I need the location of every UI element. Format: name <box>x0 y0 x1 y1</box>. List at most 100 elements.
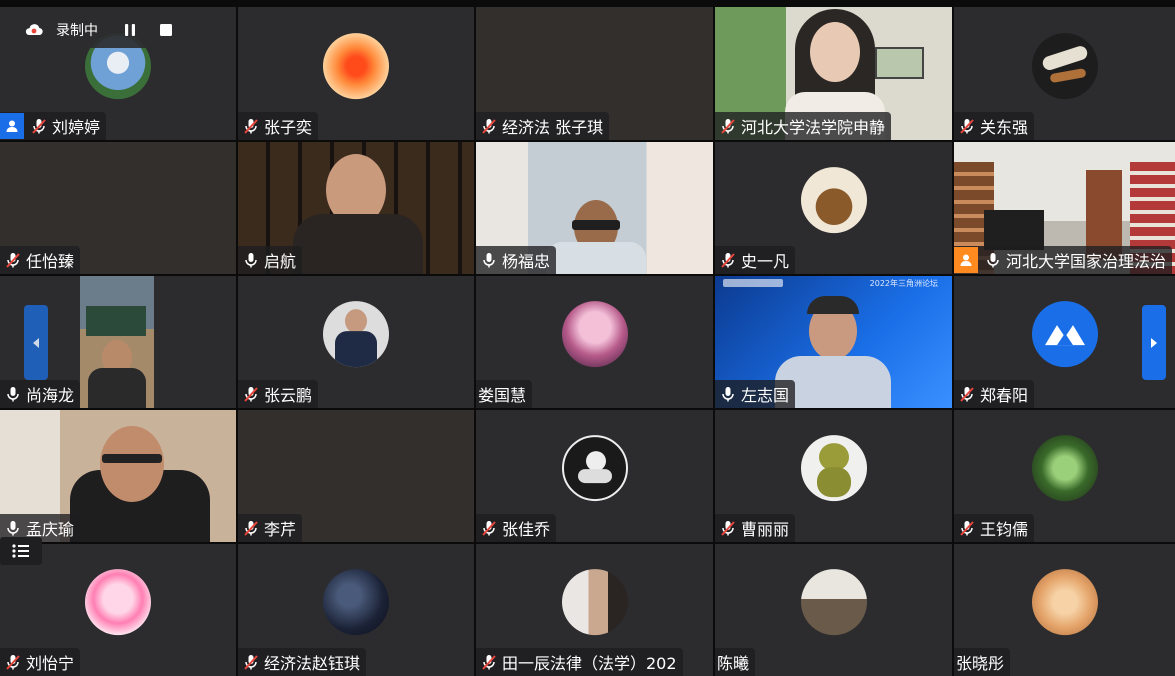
participant-tile[interactable]: 经济法赵钰琪 <box>238 544 474 676</box>
participant-name: 李芹 <box>264 520 297 539</box>
nameplate: 娄国慧 <box>476 380 533 408</box>
participant-name: 左志国 <box>741 386 790 405</box>
participant-name: 张晓彤 <box>956 654 1005 673</box>
mic-on-icon <box>4 519 22 537</box>
participant-tile[interactable]: 经济法 张子琪 <box>476 7 713 140</box>
participant-tile[interactable]: 娄国慧 <box>476 276 713 408</box>
mic-muted-icon <box>242 117 260 135</box>
participant-name: 刘怡宁 <box>26 654 75 673</box>
mic-muted-icon <box>242 519 260 537</box>
participant-tile[interactable]: 张云鹏 <box>238 276 474 408</box>
avatar <box>561 301 628 368</box>
participant-name: 郑春阳 <box>980 386 1029 405</box>
mic-muted-icon <box>958 519 976 537</box>
mic-muted-icon <box>480 519 498 537</box>
participant-name: 刘婷婷 <box>52 118 101 137</box>
mic-on-icon <box>480 251 498 269</box>
participant-tile[interactable]: 王钧儒 <box>954 410 1175 542</box>
nameplate: 张佳乔 <box>476 514 557 542</box>
participant-tile[interactable]: 李芹 <box>238 410 474 542</box>
participant-tile[interactable]: 陈曦 <box>715 544 952 676</box>
mic-muted-icon <box>958 385 976 403</box>
recording-bar: 录制中 <box>14 11 190 48</box>
participant-tile[interactable]: 孟庆瑜 <box>0 410 236 542</box>
nameplate: 刘婷婷 <box>0 112 107 140</box>
nameplate: 张晓彤 <box>954 648 1011 676</box>
previous-page-button[interactable] <box>24 305 48 380</box>
nameplate: 启航 <box>238 246 303 274</box>
participant-name: 田一辰法律（法学）202 <box>502 654 677 673</box>
participant-tile[interactable]: 2022年三角洲论坛 左志国 <box>715 276 952 408</box>
nameplate: 李芹 <box>238 514 303 542</box>
participant-grid: 刘婷婷 张子奕 经济法 张子琪 河北大学法学院申静 关东强 任怡臻 启航 杨福忠… <box>0 7 1175 676</box>
avatar <box>323 301 389 368</box>
participant-tile[interactable]: 张晓彤 <box>954 544 1175 676</box>
nameplate: 张子奕 <box>238 112 319 140</box>
participant-tile[interactable]: 杨福忠 <box>476 142 713 274</box>
participant-name: 启航 <box>264 252 297 271</box>
mic-muted-icon <box>4 653 22 671</box>
participant-tile[interactable]: 关东强 <box>954 7 1175 140</box>
avatar <box>561 435 628 502</box>
avatar <box>800 167 867 234</box>
nameplate: 王钧儒 <box>954 514 1035 542</box>
nameplate: 杨福忠 <box>476 246 557 274</box>
participant-name: 曹丽丽 <box>741 520 790 539</box>
nameplate: 河北大学国家治理法治 <box>954 246 1173 274</box>
mic-muted-icon <box>30 117 48 135</box>
list-icon <box>12 544 29 558</box>
participant-name: 陈曦 <box>717 654 750 673</box>
participant-name: 王钧儒 <box>980 520 1029 539</box>
mic-on-icon <box>719 385 737 403</box>
nameplate: 陈曦 <box>715 648 756 676</box>
participant-tile[interactable]: 启航 <box>238 142 474 274</box>
participant-tile[interactable]: 任怡臻 <box>0 142 236 274</box>
participant-tile[interactable]: 河北大学法学院申静 <box>715 7 952 140</box>
participant-name: 尚海龙 <box>26 386 75 405</box>
nameplate: 尚海龙 <box>0 380 81 408</box>
participant-name: 经济法 张子琪 <box>502 118 604 137</box>
participant-tile[interactable]: 河北大学国家治理法治 <box>954 142 1175 274</box>
nameplate: 河北大学法学院申静 <box>715 112 892 140</box>
participant-name: 张云鹏 <box>264 386 313 405</box>
pause-recording-button[interactable] <box>112 11 148 48</box>
mic-on-icon <box>242 251 260 269</box>
next-page-button[interactable] <box>1142 305 1166 380</box>
participant-name: 河北大学国家治理法治 <box>1006 252 1167 271</box>
nameplate: 田一辰法律（法学）202 <box>476 648 683 676</box>
nameplate: 曹丽丽 <box>715 514 796 542</box>
participant-list-button[interactable] <box>0 537 42 565</box>
participant-tile[interactable]: 曹丽丽 <box>715 410 952 542</box>
cloud-record-icon <box>25 23 43 35</box>
avatar <box>800 569 867 636</box>
chevron-right-icon <box>1151 337 1157 348</box>
participant-name: 关东强 <box>980 118 1029 137</box>
nameplate: 史一凡 <box>715 246 796 274</box>
mic-on-icon <box>984 251 1002 269</box>
mic-muted-icon <box>958 117 976 135</box>
top-edge <box>0 0 1175 7</box>
avatar <box>1031 569 1098 636</box>
mic-muted-icon <box>719 117 737 135</box>
participant-name: 任怡臻 <box>26 252 75 271</box>
mic-muted-icon <box>242 385 260 403</box>
mic-muted-icon <box>480 117 498 135</box>
participant-tile[interactable]: 张佳乔 <box>476 410 713 542</box>
video-feed <box>80 276 154 408</box>
recording-label: 录制中 <box>56 22 98 39</box>
mic-on-icon <box>4 385 22 403</box>
participant-name: 河北大学法学院申静 <box>741 118 886 137</box>
participant-name: 张子奕 <box>264 118 313 137</box>
participant-tile[interactable]: 张子奕 <box>238 7 474 140</box>
nameplate: 郑春阳 <box>954 380 1035 408</box>
nameplate: 左志国 <box>715 380 796 408</box>
avatar <box>323 32 389 99</box>
stop-recording-button[interactable] <box>148 11 184 48</box>
participant-tile[interactable]: 史一凡 <box>715 142 952 274</box>
avatar <box>1031 301 1098 368</box>
mic-muted-icon <box>480 653 498 671</box>
participant-tile[interactable]: 田一辰法律（法学）202 <box>476 544 713 676</box>
banner-text: 2022年三角洲论坛 <box>869 279 938 288</box>
mic-muted-icon <box>719 251 737 269</box>
avatar <box>1031 435 1098 502</box>
